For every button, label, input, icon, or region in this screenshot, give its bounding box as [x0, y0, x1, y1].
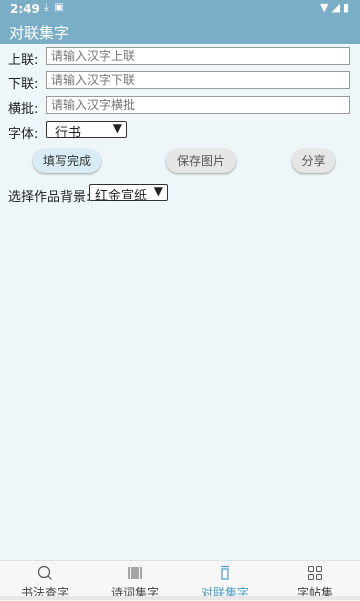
nav-item-poetry-collect[interactable]: 诗词集字	[90, 561, 180, 601]
font-select-value: 行书	[55, 126, 82, 141]
grid-icon	[270, 565, 360, 581]
app-bar: 对联集字	[0, 18, 360, 44]
wifi-icon: ▼	[320, 1, 332, 14]
horizontal-scroll-input[interactable]	[46, 96, 350, 114]
font-select[interactable]: 行书 ▼	[46, 121, 127, 141]
upper-couplet-input[interactable]	[46, 47, 350, 65]
nav-item-calligraphy-search[interactable]: 书法查字	[0, 561, 90, 601]
status-time: 2:49	[10, 2, 40, 16]
horizontal-scroll-label: 横批:	[8, 102, 39, 117]
notification-icon: ▣	[54, 2, 70, 13]
bottom-nav: 书法查字 诗词集字 对联集字 字帖集	[0, 560, 360, 601]
page-title: 对联集字	[9, 24, 70, 42]
download-icon: ⤓	[44, 2, 55, 13]
upper-couplet-label: 上联:	[8, 53, 39, 68]
status-bar: 2:49 ⤓▣ ▼◢▮	[0, 0, 360, 18]
system-icons: ▼◢▮	[320, 1, 352, 14]
gesture-bar	[0, 596, 360, 600]
lower-couplet-label: 下联:	[8, 77, 39, 92]
save-image-button[interactable]: 保存图片	[166, 149, 236, 173]
couplet-icon	[180, 565, 270, 581]
signal-icon: ◢	[331, 1, 343, 14]
share-button[interactable]: 分享	[292, 149, 335, 173]
nav-item-copybook[interactable]: 字帖集	[270, 561, 360, 601]
status-notification-icons: ⤓▣	[44, 2, 70, 13]
nav-item-couplet-collect[interactable]: 对联集字	[180, 561, 270, 601]
fill-complete-button[interactable]: 填写完成	[33, 149, 101, 173]
search-icon	[0, 565, 90, 581]
background-select-value: 红金宣纸	[95, 189, 148, 204]
background-select[interactable]: 红金宣纸 ▼	[89, 184, 168, 204]
background-label: 选择作品背景:	[8, 190, 91, 205]
battery-icon: ▮	[342, 1, 352, 14]
barcode-icon	[90, 565, 180, 581]
font-label: 字体:	[8, 127, 39, 142]
chevron-down-icon: ▼	[153, 184, 163, 198]
lower-couplet-input[interactable]	[46, 71, 350, 89]
chevron-down-icon: ▼	[112, 121, 122, 135]
